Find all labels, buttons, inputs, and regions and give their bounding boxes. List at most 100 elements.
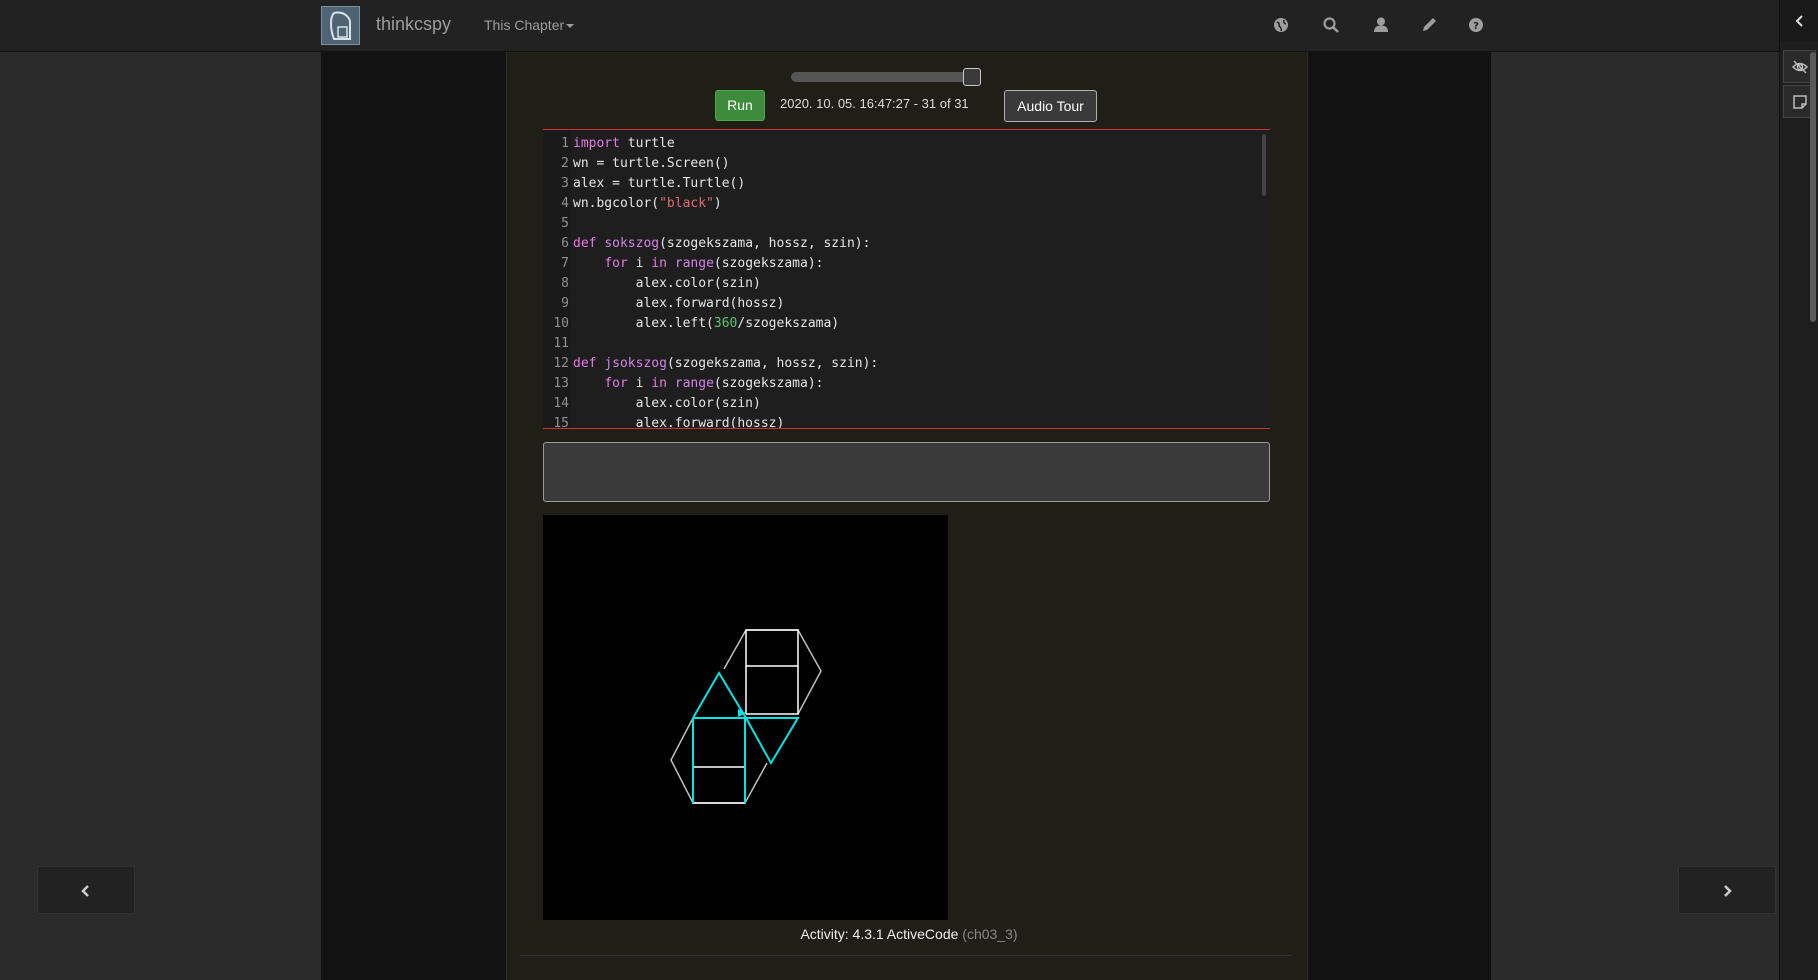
code-line[interactable]: 10 alex.left(360/szogekszama) bbox=[543, 314, 839, 334]
code-token: alex.color(szin) bbox=[573, 396, 761, 411]
previous-page-button[interactable] bbox=[37, 866, 135, 914]
code-line[interactable]: 13 for i in range(szogekszama): bbox=[543, 374, 823, 394]
program-output bbox=[543, 442, 1270, 502]
code-token: (szogekszama, hossz, szin): bbox=[666, 356, 879, 371]
turtle-canvas bbox=[543, 515, 948, 920]
code-token: for bbox=[604, 256, 628, 271]
turtle-drawing bbox=[670, 629, 822, 804]
history-slider-handle[interactable] bbox=[963, 68, 981, 86]
brand-logo[interactable] bbox=[321, 6, 360, 45]
code-token: /szogekszama) bbox=[737, 316, 840, 331]
line-number: 13 bbox=[553, 376, 569, 391]
activity-id: (ch03_3) bbox=[962, 926, 1018, 942]
turtle-line-white bbox=[692, 718, 745, 804]
line-number: 6 bbox=[561, 236, 569, 251]
brand-name[interactable]: thinkcspy bbox=[376, 14, 451, 35]
code-token: (szogekszama): bbox=[713, 376, 824, 391]
code-token: (szogekszama): bbox=[713, 256, 824, 271]
line-number: 15 bbox=[553, 416, 569, 429]
line-number: 12 bbox=[553, 356, 569, 371]
code-line[interactable]: 8 alex.color(szin) bbox=[543, 274, 761, 294]
code-line[interactable]: 1 import turtle bbox=[543, 134, 675, 154]
help-icon[interactable]: ? bbox=[1465, 14, 1487, 36]
history-timestamp: 2020. 10. 05. 16:47:27 - 31 of 31 bbox=[780, 96, 969, 111]
line-number: 5 bbox=[561, 216, 569, 231]
code-line[interactable]: 7 for i in range(szogekszama): bbox=[543, 254, 823, 274]
line-number: 7 bbox=[561, 256, 569, 271]
line-number: 1 bbox=[561, 136, 569, 151]
code-token: wn.bgcolor( bbox=[573, 196, 660, 211]
line-number: 3 bbox=[561, 176, 569, 191]
code-token: def bbox=[573, 236, 597, 251]
code-token: (szogekszama, hossz, szin): bbox=[659, 236, 871, 251]
code-token: i bbox=[627, 376, 652, 391]
next-page-button[interactable] bbox=[1678, 866, 1776, 914]
code-token: alex.left( bbox=[573, 316, 714, 331]
chevron-right-icon bbox=[1724, 885, 1732, 897]
svg-text:?: ? bbox=[1473, 21, 1479, 32]
code-token: range bbox=[674, 376, 714, 391]
code-line[interactable]: 15 alex.forward(hossz) bbox=[543, 414, 785, 429]
chevron-left-icon bbox=[81, 885, 89, 897]
activity-label: Activity: 4.3.1 ActiveCode bbox=[800, 926, 959, 942]
turtle-line-gray bbox=[746, 629, 822, 715]
code-token: i bbox=[627, 256, 652, 271]
code-token: def bbox=[573, 356, 597, 371]
code-line[interactable]: 3 alex = turtle.Turtle() bbox=[543, 174, 745, 194]
turtle-line-cyan bbox=[745, 717, 800, 765]
editor-scrollbar[interactable] bbox=[1262, 134, 1266, 196]
line-number: 14 bbox=[553, 396, 569, 411]
code-token: ) bbox=[713, 196, 722, 211]
search-icon[interactable] bbox=[1320, 14, 1342, 36]
line-number: 9 bbox=[561, 296, 569, 311]
code-token: for bbox=[604, 376, 628, 391]
turtle-line-gray bbox=[723, 629, 747, 670]
code-token: alex.forward(hossz) bbox=[573, 296, 785, 311]
this-chapter-label: This Chapter bbox=[484, 17, 565, 33]
line-number: 4 bbox=[561, 196, 569, 211]
code-token: "black" bbox=[659, 196, 714, 211]
run-button[interactable]: Run bbox=[715, 90, 765, 121]
code-token: alex.color(szin) bbox=[573, 276, 761, 291]
code-line[interactable]: 14 alex.color(szin) bbox=[543, 394, 761, 414]
code-token: wn = turtle.Screen() bbox=[573, 156, 730, 171]
code-line[interactable]: 11 bbox=[543, 334, 573, 354]
code-token: in bbox=[651, 256, 667, 271]
code-token: 360 bbox=[713, 316, 738, 331]
collapse-sidebar-button[interactable] bbox=[1780, 0, 1818, 42]
activity-caption: Activity: 4.3.1 ActiveCode (ch03_3) bbox=[0, 926, 1818, 942]
code-token: import bbox=[573, 136, 620, 151]
divider bbox=[520, 955, 1292, 956]
caret-down-icon bbox=[566, 24, 575, 29]
line-number: 8 bbox=[561, 276, 569, 291]
code-token: range bbox=[674, 256, 714, 271]
turtle-line-white bbox=[745, 629, 799, 715]
code-line[interactable]: 2 wn = turtle.Screen() bbox=[543, 154, 730, 174]
code-line[interactable]: 6 def sokszog(szogekszama, hossz, szin): bbox=[543, 234, 870, 254]
line-number: 11 bbox=[553, 336, 569, 351]
code-token: alex = turtle.Turtle() bbox=[573, 176, 746, 191]
code-line[interactable]: 9 alex.forward(hossz) bbox=[543, 294, 784, 314]
globe-icon[interactable] bbox=[1270, 14, 1292, 36]
this-chapter-menu[interactable]: This Chapter bbox=[484, 17, 575, 33]
history-slider[interactable] bbox=[791, 72, 981, 82]
audio-tour-button[interactable]: Audio Tour bbox=[1004, 90, 1097, 122]
code-line[interactable]: 12 def jsokszog(szogekszama, hossz, szin)… bbox=[543, 354, 878, 374]
user-icon[interactable] bbox=[1370, 14, 1392, 36]
code-line[interactable]: 5 bbox=[543, 214, 573, 234]
code-editor[interactable]: 1 import turtle 2 wn = turtle.Screen() 3 al… bbox=[543, 129, 1270, 429]
pencil-icon[interactable] bbox=[1418, 14, 1440, 36]
code-token: jsokszog bbox=[604, 356, 667, 371]
top-navbar: thinkcspy This Chapter ? bbox=[0, 0, 1779, 52]
page-scrollbar[interactable] bbox=[1810, 52, 1816, 322]
code-token: turtle bbox=[619, 136, 675, 151]
code-line[interactable]: 4 wn.bgcolor("black") bbox=[543, 194, 722, 214]
code-token: alex.forward(hossz) bbox=[573, 416, 785, 429]
code-token: sokszog bbox=[604, 236, 660, 251]
code-token: in bbox=[651, 376, 667, 391]
line-number: 10 bbox=[553, 316, 569, 331]
